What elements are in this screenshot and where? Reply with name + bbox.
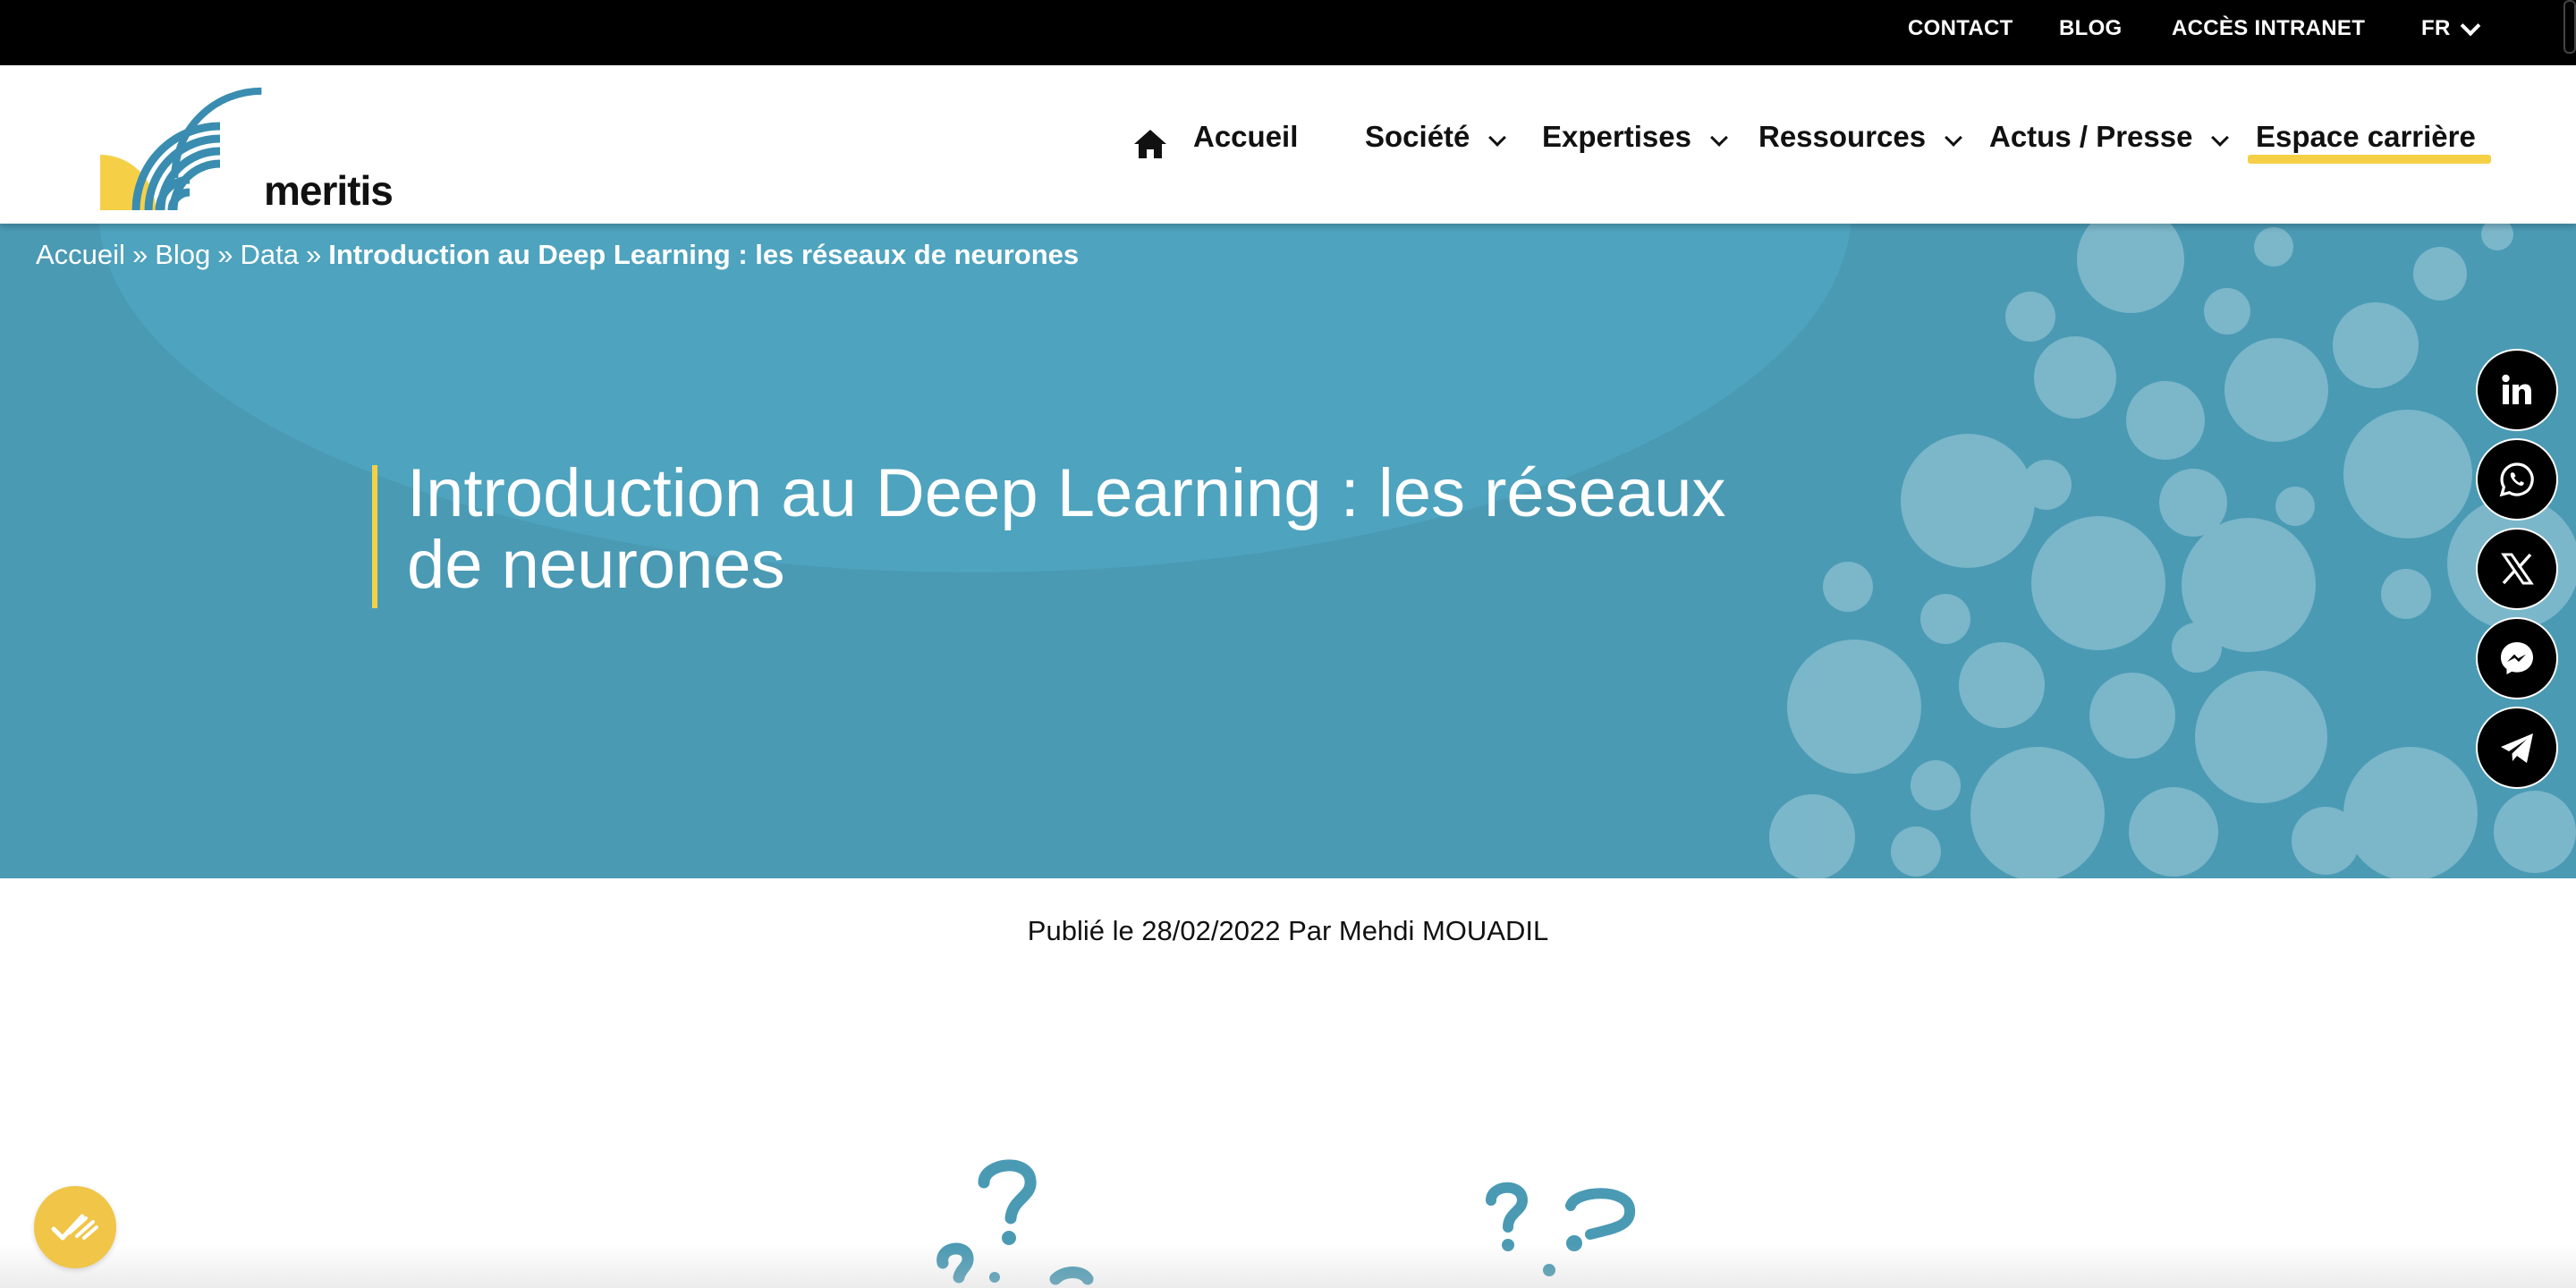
telegram-icon: [2501, 733, 2533, 763]
share-x-button[interactable]: [2476, 528, 2558, 610]
main-header: meritis Accueil Société Expertises Resso…: [0, 65, 2576, 224]
x-icon: [2501, 553, 2534, 585]
chevron-down-icon: [2211, 129, 2230, 147]
chevron-down-icon: [1710, 129, 1728, 147]
share-whatsapp-button[interactable]: [2476, 438, 2558, 521]
linkedin-icon: [2502, 374, 2531, 404]
chevron-down-icon: [2460, 15, 2480, 37]
breadcrumb-accueil[interactable]: Accueil: [36, 239, 125, 270]
chevron-down-icon: [1488, 129, 1507, 147]
hero-banner: Accueil» Blog» Data» Introduction au Deep L…: [0, 224, 2576, 878]
language-selector[interactable]: FR: [2421, 15, 2480, 41]
title-accent-bar: [372, 465, 377, 608]
contact-link[interactable]: CONTACT: [1908, 16, 2013, 41]
breadcrumb: Accueil» Blog» Data» Introduction au Deep L…: [36, 238, 1079, 272]
intranet-link[interactable]: ACCÈS INTRANET: [2172, 16, 2365, 41]
messenger-icon: [2501, 642, 2533, 674]
breadcrumb-separator: »: [131, 239, 148, 270]
cookie-consent-button[interactable]: [34, 1186, 116, 1268]
blog-link[interactable]: BLOG: [2059, 16, 2123, 41]
nav-expertises[interactable]: Expertises: [1542, 119, 1728, 155]
bottom-fade: [0, 1243, 2576, 1288]
chevron-down-icon: [1945, 129, 1963, 147]
top-bar: CONTACT BLOG ACCÈS INTRANET FR: [0, 0, 2576, 65]
nav-ressources[interactable]: Ressources: [1758, 119, 1963, 155]
page-title: Introduction au Deep Learning : les rése…: [407, 455, 1726, 603]
breadcrumb-separator: »: [305, 239, 322, 270]
nav-societe[interactable]: Société: [1365, 119, 1507, 155]
nav-actus-presse[interactable]: Actus / Presse: [1989, 119, 2230, 155]
check-icon: [51, 1214, 98, 1241]
breadcrumb-blog[interactable]: Blog: [155, 239, 210, 270]
nav-accueil[interactable]: Accueil: [1193, 119, 1298, 155]
share-telegram-button[interactable]: [2476, 707, 2558, 789]
breadcrumb-data[interactable]: Data: [240, 239, 298, 270]
logo-text: meritis: [264, 167, 394, 214]
share-messenger-button[interactable]: [2476, 617, 2558, 699]
home-icon[interactable]: [1132, 128, 1168, 160]
whatsapp-icon: [2499, 462, 2534, 497]
published-info: Publié le 28/02/2022 Par Mehdi MOUADIL: [1027, 915, 1549, 946]
nav-espace-carriere[interactable]: Espace carrière: [2256, 119, 2476, 155]
language-label: FR: [2421, 16, 2451, 40]
breadcrumb-separator: »: [217, 239, 233, 270]
share-linkedin-button[interactable]: [2476, 349, 2558, 431]
breadcrumb-current: Introduction au Deep Learning : les rése…: [328, 239, 1080, 270]
career-highlight: [2248, 155, 2491, 164]
site-logo[interactable]: meritis: [98, 85, 402, 219]
scrollbar-thumb[interactable]: [2563, 0, 2576, 54]
